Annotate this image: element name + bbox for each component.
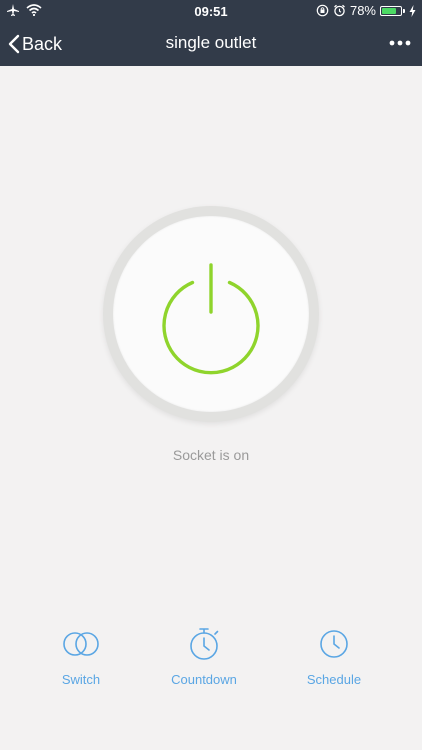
power-icon bbox=[162, 263, 260, 375]
more-horizontal-icon bbox=[389, 40, 411, 46]
battery-icon bbox=[380, 5, 402, 16]
battery-tip bbox=[403, 8, 405, 13]
page-title: single outlet bbox=[165, 33, 257, 52]
status-right: 78% bbox=[316, 3, 416, 18]
charging-bolt-icon bbox=[409, 4, 416, 17]
switch-icon bbox=[63, 632, 99, 656]
tab-countdown-label: Countdown bbox=[171, 672, 237, 687]
app-header: 09:51 78% Back single outlet bbox=[0, 0, 422, 66]
orientation-lock-icon bbox=[316, 4, 329, 17]
power-button[interactable] bbox=[113, 216, 309, 412]
tab-countdown[interactable]: Countdown bbox=[144, 626, 264, 687]
power-button-ring bbox=[103, 206, 319, 422]
stopwatch-icon bbox=[190, 628, 219, 660]
clock-icon bbox=[320, 630, 348, 658]
tab-switch-label: Switch bbox=[61, 672, 101, 687]
battery-fill bbox=[382, 7, 396, 14]
battery-percent: 78% bbox=[349, 3, 376, 18]
alarm-icon bbox=[334, 4, 345, 17]
tab-schedule-label: Schedule bbox=[306, 672, 362, 687]
more-options-button[interactable] bbox=[388, 31, 412, 55]
status-bar: 09:51 78% bbox=[0, 0, 422, 22]
socket-status-text: Socket is on bbox=[172, 447, 250, 463]
tab-switch[interactable]: Switch bbox=[21, 626, 141, 687]
tab-schedule[interactable]: Schedule bbox=[274, 626, 394, 687]
